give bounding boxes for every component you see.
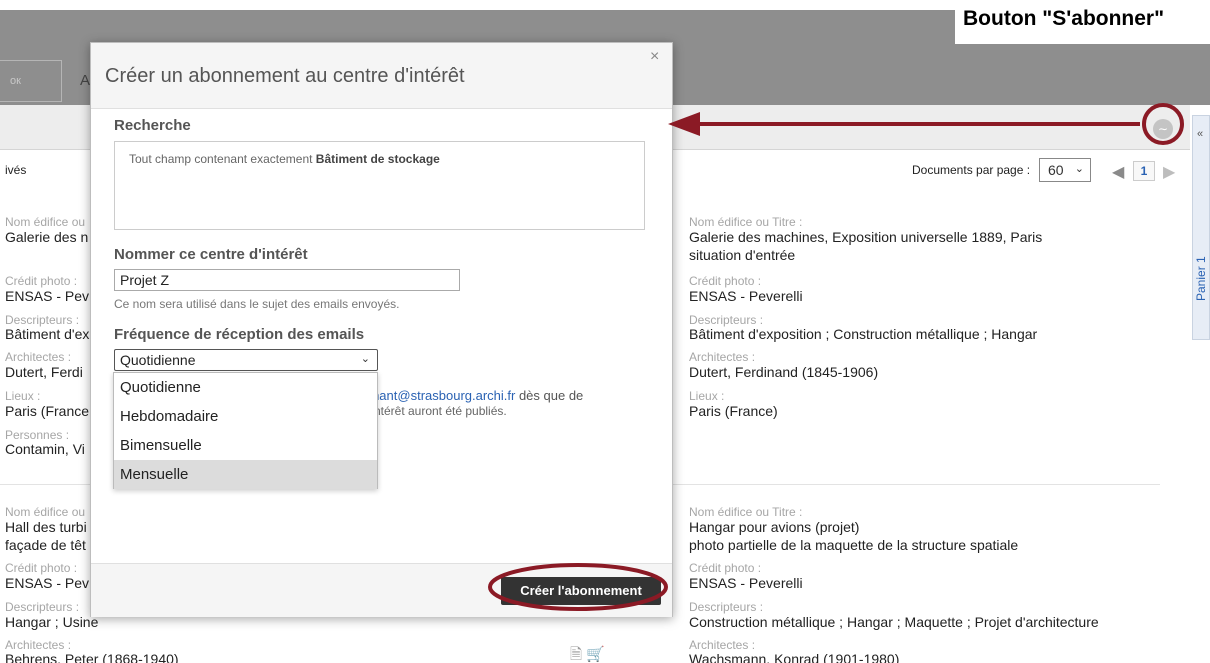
- annotation-circle-button: [488, 563, 668, 611]
- annotation-arrow-head: [668, 112, 700, 136]
- annotation-circle-rss: [1142, 103, 1184, 145]
- annotation-overlay: [488, 103, 1184, 611]
